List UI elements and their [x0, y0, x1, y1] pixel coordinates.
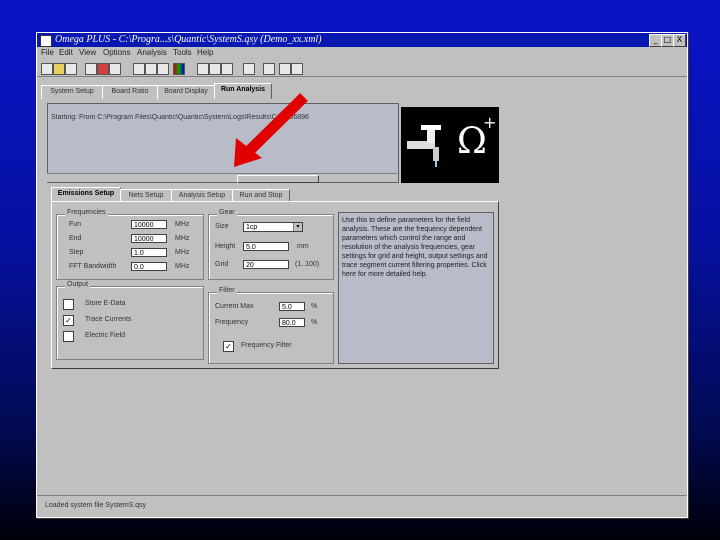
colors-icon[interactable]	[173, 63, 185, 75]
status-bar: Loaded system file SystemS.qsy	[37, 495, 687, 518]
fft-bandwidth-input[interactable]: 0.0	[131, 262, 167, 271]
omega-logo: Ω +	[401, 107, 499, 183]
new-file-icon[interactable]	[41, 63, 53, 75]
menu-edit[interactable]: Edit	[59, 48, 73, 57]
save-icon[interactable]	[65, 63, 77, 75]
freq-end-label: End	[69, 235, 82, 242]
output-title: Output	[65, 281, 91, 288]
freq-step-unit: MHz	[175, 249, 190, 256]
tab-board-display[interactable]: Board Display	[157, 85, 215, 99]
menu-help[interactable]: Help	[197, 48, 213, 57]
store-e-data-label: Store E-Data	[85, 300, 126, 307]
output-group: Output Store E-Data ✓ Trace Currents Ele…	[56, 281, 204, 360]
fft-bandwidth-label: FFT Bandwidth	[69, 263, 117, 270]
frequency-label: Frequency	[215, 319, 249, 326]
height-unit: mm	[297, 243, 309, 250]
trace-currents-label: Trace Currents	[85, 316, 132, 323]
gear-title: Gear	[217, 209, 237, 216]
menu-view[interactable]: View	[79, 48, 96, 57]
size-select-value: 1cp	[246, 224, 258, 231]
freq-start-input[interactable]: 10000	[131, 220, 167, 229]
frequencies-group: Frequencies Fun 10000 MHz End 10000 MHz …	[56, 209, 204, 280]
window-title: Omega PLUS - C:\Progra...s\Quantic\Syste…	[55, 34, 322, 45]
print-icon[interactable]	[279, 63, 291, 75]
electric-field-checkbox[interactable]	[63, 331, 74, 342]
height-input[interactable]: 5.0	[243, 242, 289, 251]
faucet-icon	[407, 125, 441, 167]
app-window: Omega PLUS - C:\Progra...s\Quantic\Syste…	[36, 32, 688, 518]
output-log[interactable]: Starting: From C:\Program Files\Quantic\…	[47, 103, 399, 183]
help-text: Use this to define parameters for the fi…	[342, 217, 488, 278]
tool-icon-5[interactable]	[209, 63, 221, 75]
height-label: Height	[215, 243, 236, 250]
tab-run-analysis[interactable]: Run Analysis	[214, 83, 272, 99]
grid-input[interactable]: 20	[243, 260, 289, 269]
menu-bar: File Edit View Options Analysis Tools He…	[37, 47, 687, 59]
size-select[interactable]: 1cp ▾	[243, 222, 303, 232]
status-text: Loaded system file SystemS.qsy	[45, 502, 147, 509]
freq-step-input[interactable]: 1.0	[131, 248, 167, 257]
store-e-data-checkbox[interactable]	[63, 299, 74, 310]
title-bar: Omega PLUS - C:\Progra...s\Quantic\Syste…	[37, 33, 687, 47]
run-icon[interactable]	[97, 63, 109, 75]
frequency-unit: %	[311, 319, 318, 326]
freq-start-unit: MHz	[175, 221, 190, 228]
trace-currents-checkbox[interactable]: ✓	[63, 315, 74, 326]
grid-range: (1..100)	[295, 261, 320, 268]
tab-system-setup[interactable]: System Setup	[41, 85, 103, 99]
frequencies-title: Frequencies	[65, 209, 108, 216]
scroll-thumb[interactable]	[237, 175, 319, 183]
frequency-filter-label: Frequency Filter	[241, 342, 292, 349]
tool-icon-2[interactable]	[145, 63, 157, 75]
close-button[interactable]: X	[673, 34, 686, 47]
size-label: Size	[215, 223, 229, 230]
zoom-icon[interactable]	[291, 63, 303, 75]
tool-icon-7[interactable]	[243, 63, 255, 75]
menu-analysis[interactable]: Analysis	[137, 48, 167, 57]
current-max-unit: %	[311, 303, 318, 310]
current-max-input[interactable]: 5.0	[279, 302, 305, 311]
gear-group: Gear Size 1cp ▾ Height 5.0 mm Grid 20 (1…	[208, 209, 334, 280]
horizontal-scrollbar[interactable]	[47, 173, 397, 183]
freq-start-label: Fun	[69, 221, 82, 228]
menu-file[interactable]: File	[41, 48, 54, 57]
app-icon	[40, 35, 52, 47]
filter-group: Filter Current Max 5.0 % Frequency 80.0 …	[208, 287, 334, 364]
freq-step-label: Step	[69, 249, 84, 256]
frequency-input[interactable]: 80.0	[279, 318, 305, 327]
menu-options[interactable]: Options	[103, 48, 131, 57]
tool-icon-3[interactable]	[157, 63, 169, 75]
chevron-down-icon[interactable]: ▾	[293, 223, 302, 231]
filter-title: Filter	[217, 287, 237, 294]
emissions-setup-panel: Frequencies Fun 10000 MHz End 10000 MHz …	[51, 201, 499, 369]
plus-symbol: +	[483, 113, 497, 132]
toolbar	[37, 60, 687, 77]
tool-icon-1[interactable]	[133, 63, 145, 75]
view-icon[interactable]	[85, 63, 97, 75]
current-max-label: Current Max	[215, 303, 254, 310]
open-folder-icon[interactable]	[53, 63, 65, 75]
tab-board-ratio[interactable]: Board Ratio	[102, 85, 158, 99]
tool-icon-4[interactable]	[197, 63, 209, 75]
freq-end-unit: MHz	[175, 235, 190, 242]
menu-tools[interactable]: Tools	[173, 48, 192, 57]
fft-bandwidth-unit: MHz	[175, 263, 190, 270]
grid-label: Grid	[215, 261, 229, 268]
freq-end-input[interactable]: 10000	[131, 234, 167, 243]
tool-icon-6[interactable]	[221, 63, 233, 75]
tool-icon-8[interactable]	[263, 63, 275, 75]
help-panel: Use this to define parameters for the fi…	[338, 212, 494, 364]
electric-field-label: Electric Field	[85, 332, 126, 339]
output-log-text: Starting: From C:\Program Files\Quantic\…	[51, 114, 309, 121]
stop-icon[interactable]	[109, 63, 121, 75]
frequency-filter-checkbox[interactable]: ✓	[223, 341, 234, 352]
